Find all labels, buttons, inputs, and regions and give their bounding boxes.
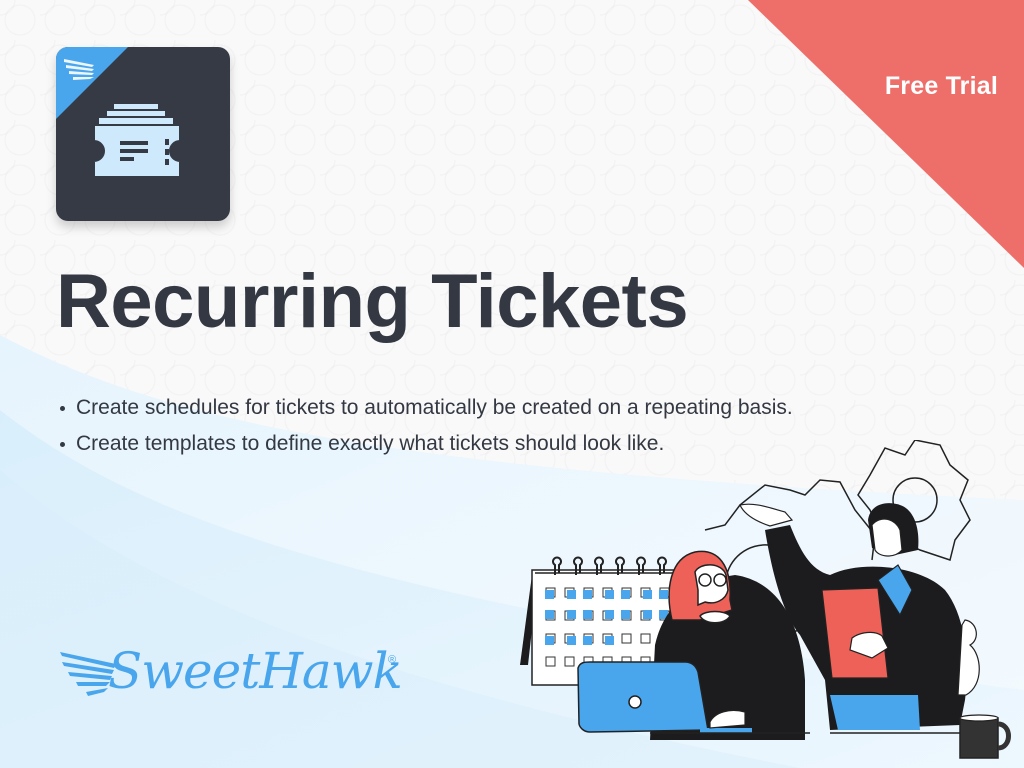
team-illustration <box>520 440 1011 759</box>
calendar-day-marked <box>583 610 592 619</box>
calendar-day-marked <box>583 590 592 599</box>
app-icon <box>56 47 230 221</box>
calendar-day-marked <box>659 590 668 599</box>
feature-item: Create schedules for tickets to automati… <box>56 390 793 426</box>
registered-mark: ® <box>388 654 397 666</box>
calendar-day-marked <box>545 610 554 619</box>
calendar-day-marked <box>567 636 576 645</box>
calendar-day-marked <box>545 636 554 645</box>
bullet-dot <box>60 441 65 447</box>
calendar-day-marked <box>605 636 614 645</box>
calendar-day-marked <box>605 590 614 599</box>
calendar-day-marked <box>567 590 576 599</box>
calendar-day-marked <box>621 610 630 619</box>
logo-text: SweetHawk <box>108 642 403 700</box>
page-title: Recurring Tickets <box>56 259 689 344</box>
sweethawk-logo[interactable]: SweetHawk ® <box>58 642 408 712</box>
free-trial-label[interactable]: Free Trial <box>885 72 998 101</box>
calendar-day-marked <box>567 610 576 619</box>
calendar-day-marked <box>643 610 652 619</box>
feature-text: Create schedules for tickets to automati… <box>76 396 793 419</box>
ticket-icon <box>56 47 181 178</box>
calendar-day-marked <box>545 590 554 599</box>
free-trial-ribbon[interactable] <box>744 0 1024 268</box>
calendar-day-marked <box>605 610 614 619</box>
coffee-mug-icon <box>959 714 1011 759</box>
bullet-dot <box>60 405 65 411</box>
calendar-day-marked <box>621 590 630 599</box>
calendar-day-marked <box>583 636 592 645</box>
calendar-day-marked <box>643 590 652 599</box>
